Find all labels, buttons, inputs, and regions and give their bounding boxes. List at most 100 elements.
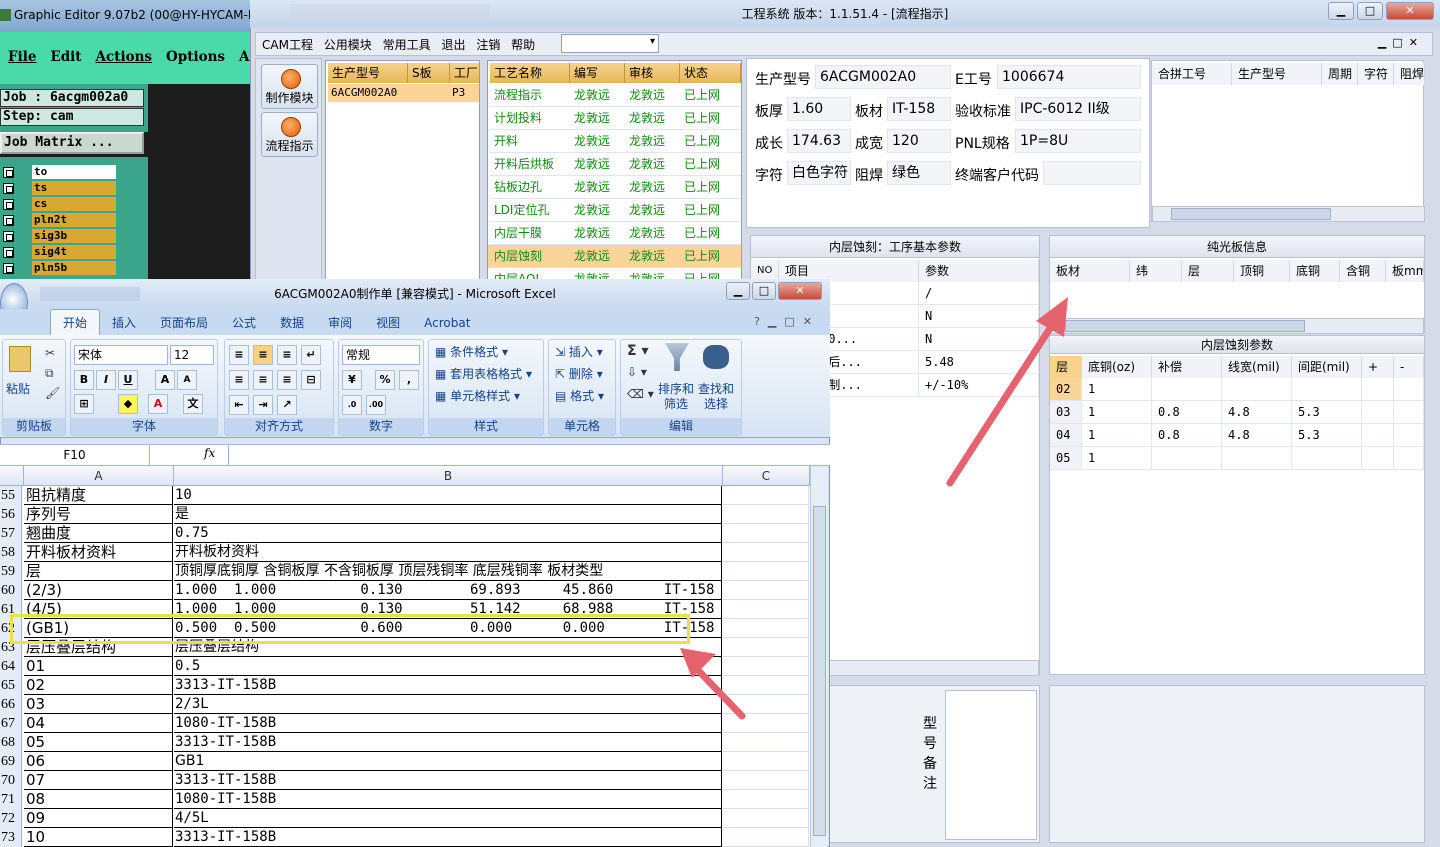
- row-number[interactable]: 72: [0, 809, 22, 828]
- cell-b[interactable]: 开料板材资料: [174, 543, 722, 562]
- wrap-text-button[interactable]: ↵: [301, 345, 321, 365]
- table-cell[interactable]: 0.8: [1152, 401, 1222, 424]
- cell-c[interactable]: [723, 828, 809, 847]
- table-row[interactable]: 内层蚀刻 龙敦远 龙敦远 已上网: [488, 245, 741, 268]
- cell-c[interactable]: [723, 733, 809, 752]
- standard-field[interactable]: IPC-6012 II级: [1015, 97, 1141, 121]
- tab-page-layout[interactable]: 页面布局: [148, 310, 220, 336]
- autosum-icon[interactable]: Σ ▾: [627, 343, 648, 359]
- find-select-button[interactable]: 查找和选择: [697, 382, 735, 412]
- paste-icon[interactable]: [9, 346, 31, 372]
- formula-input[interactable]: [228, 445, 808, 465]
- tab-home[interactable]: 开始: [50, 309, 101, 335]
- cell-c[interactable]: [723, 524, 809, 543]
- cell-a[interactable]: 序列号: [24, 505, 173, 524]
- column-header[interactable]: 生产型号: [1232, 63, 1322, 85]
- column-header[interactable]: 生产型号: [328, 63, 408, 83]
- column-header-c[interactable]: C: [723, 466, 810, 486]
- align-right-button[interactable]: ≡: [277, 370, 297, 390]
- cell-b[interactable]: 2/3L: [174, 695, 722, 714]
- sort-filter-button[interactable]: 排序和筛选: [657, 382, 695, 412]
- cell-c[interactable]: [723, 695, 809, 714]
- column-header[interactable]: 层: [1182, 260, 1234, 282]
- column-header[interactable]: 字符: [1358, 63, 1394, 85]
- row-number[interactable]: 58: [0, 543, 22, 562]
- column-header[interactable]: 含铜: [1340, 260, 1386, 282]
- cell-c[interactable]: [723, 638, 809, 657]
- cell-b[interactable]: 是: [174, 505, 722, 524]
- make-module-button[interactable]: 制作模块: [261, 64, 318, 109]
- increase-decimal-button[interactable]: .0: [342, 395, 362, 415]
- column-header[interactable]: 合拼工号: [1152, 63, 1232, 85]
- row-number[interactable]: 68: [0, 733, 22, 752]
- layer-checkbox[interactable]: [3, 263, 14, 274]
- currency-button[interactable]: ¥: [342, 370, 362, 390]
- column-header[interactable]: 间距(mil): [1292, 356, 1362, 378]
- table-cell[interactable]: [1222, 447, 1292, 470]
- cell-a[interactable]: 07: [24, 771, 173, 790]
- cell-styles-button[interactable]: ▦ 单元格样式 ▾: [435, 387, 520, 404]
- cell-b[interactable]: GB1: [174, 752, 722, 771]
- align-middle-button[interactable]: ≡: [253, 345, 273, 365]
- menu-common-module[interactable]: 公用模块: [324, 36, 372, 53]
- row-number[interactable]: 69: [0, 752, 22, 771]
- table-row[interactable]: 开料后烘板 龙敦远 龙敦远 已上网: [488, 153, 741, 176]
- table-cell[interactable]: [1222, 378, 1292, 401]
- layer-row[interactable]: sig3b: [0, 229, 118, 243]
- cell-a[interactable]: 03: [24, 695, 173, 714]
- column-header[interactable]: 审核: [625, 63, 680, 83]
- table-row-selected[interactable]: 6ACGM002A0 P3: [328, 84, 479, 102]
- align-left-button[interactable]: ≡: [229, 370, 249, 390]
- grow-font-button[interactable]: A: [155, 370, 175, 390]
- cell-c[interactable]: [723, 657, 809, 676]
- job-field[interactable]: Job : 6acgm002a0: [0, 89, 144, 107]
- table-cell[interactable]: [1394, 424, 1424, 447]
- number-format-select[interactable]: 常规: [342, 345, 420, 365]
- char-field[interactable]: 白色字符: [787, 161, 851, 185]
- row-number[interactable]: 64: [0, 657, 22, 676]
- cell-c[interactable]: [723, 505, 809, 524]
- table-cell[interactable]: 03: [1050, 401, 1082, 424]
- column-header[interactable]: 工厂: [450, 63, 480, 83]
- row-number[interactable]: 59: [0, 562, 22, 581]
- width-field[interactable]: 120: [887, 129, 951, 153]
- table-cell[interactable]: 0.8: [1152, 424, 1222, 447]
- cell-a[interactable]: 06: [24, 752, 173, 771]
- cell-b[interactable]: 10: [174, 486, 722, 505]
- align-top-button[interactable]: ≡: [229, 345, 249, 365]
- format-as-table-button[interactable]: ▦ 套用表格格式 ▾: [435, 365, 532, 382]
- name-box[interactable]: F10: [0, 445, 150, 465]
- column-header[interactable]: 顶铜: [1234, 260, 1290, 282]
- column-header[interactable]: 阻焊: [1394, 63, 1425, 85]
- column-header[interactable]: 纬: [1130, 260, 1182, 282]
- table-cell[interactable]: [1152, 378, 1222, 401]
- cell-a[interactable]: 01: [24, 657, 173, 676]
- cell-b[interactable]: 1080-IT-158B: [174, 714, 722, 733]
- comma-button[interactable]: ,: [399, 370, 419, 390]
- minimize-button[interactable]: ▁: [1328, 2, 1354, 20]
- column-header[interactable]: 底铜: [1290, 260, 1340, 282]
- column-header[interactable]: 编写: [570, 63, 625, 83]
- layer-checkbox[interactable]: [3, 247, 14, 258]
- column-header[interactable]: 参数: [919, 260, 1039, 282]
- customer-field[interactable]: [1043, 161, 1141, 185]
- insert-function-icon[interactable]: fx: [204, 446, 215, 460]
- font-name-select[interactable]: 宋体: [74, 345, 168, 365]
- row-number[interactable]: 60: [0, 581, 22, 600]
- font-color-button[interactable]: A: [148, 394, 168, 414]
- decrease-decimal-button[interactable]: .00: [366, 395, 386, 415]
- table-cell[interactable]: /: [919, 282, 1039, 305]
- cell-b[interactable]: 1080-IT-158B: [174, 790, 722, 809]
- row-number[interactable]: 55: [0, 486, 22, 505]
- graphic-editor-titlebar[interactable]: Graphic Editor 9.07b2 (00@HY-HYCAM-P: [0, 0, 262, 32]
- column-header[interactable]: 补偿: [1152, 356, 1222, 378]
- shrink-font-button[interactable]: A: [177, 370, 197, 390]
- cell-c[interactable]: [723, 581, 809, 600]
- layer-row[interactable]: pln2t: [0, 213, 118, 227]
- job-matrix-button[interactable]: Job Matrix ...: [0, 132, 144, 154]
- flow-guide-button[interactable]: 流程指示: [261, 112, 318, 157]
- table-cell[interactable]: N: [919, 305, 1039, 328]
- cell-b[interactable]: 3313-IT-158B: [174, 676, 722, 695]
- tab-view[interactable]: 视图: [364, 310, 412, 336]
- remark-textarea[interactable]: [945, 690, 1037, 840]
